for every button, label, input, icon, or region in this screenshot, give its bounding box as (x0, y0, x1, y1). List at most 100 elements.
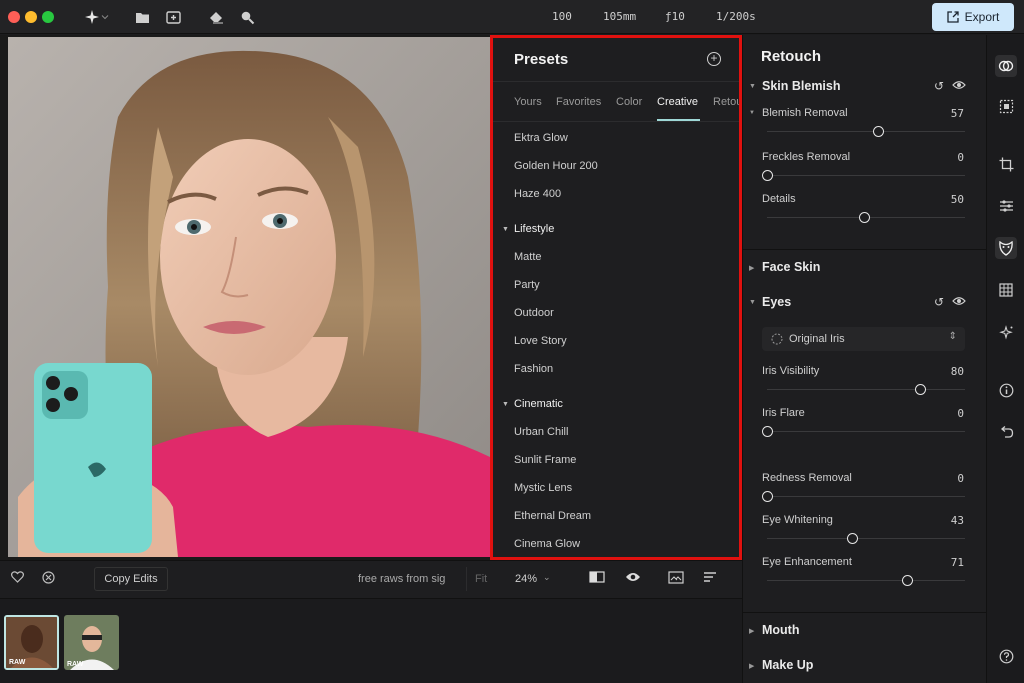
eye-whitening-slider[interactable] (767, 533, 965, 544)
slider-knob[interactable] (762, 170, 773, 181)
thumbnail-1[interactable]: RAW (4, 615, 59, 670)
export-button[interactable]: Export (932, 3, 1014, 31)
reject-icon[interactable] (42, 571, 55, 587)
tab-favorites[interactable]: Favorites (556, 96, 601, 108)
presets-tabs: Yours Favorites Color Creative Retou (493, 82, 739, 122)
caret-right-icon[interactable]: ▶ (749, 662, 754, 670)
section-face-skin[interactable]: Face Skin (762, 260, 820, 274)
section-make-up[interactable]: Make Up (762, 658, 813, 672)
preset-item[interactable]: Love Story (514, 335, 567, 347)
info-icon[interactable] (995, 379, 1017, 401)
chevron-down-icon[interactable] (100, 7, 110, 27)
undo-history-icon[interactable] (995, 421, 1017, 443)
retouch-panel: Retouch ▼ Skin Blemish ↺ ▼ Blemish Remov… (742, 35, 986, 683)
select-tool-icon[interactable] (995, 95, 1017, 117)
iris-select[interactable]: Original Iris ⇕ (762, 327, 965, 351)
reset-icon[interactable]: ↺ (934, 295, 944, 309)
slider-knob[interactable] (859, 212, 870, 223)
zoom-window-button[interactable] (42, 11, 54, 23)
magic-sparkle-icon[interactable] (995, 321, 1017, 343)
redness-removal-slider[interactable] (762, 491, 965, 502)
presets-header: Presets + (493, 38, 739, 82)
tab-color[interactable]: Color (616, 96, 642, 108)
freckles-removal-slider[interactable] (762, 170, 965, 181)
eye-enhancement-slider[interactable] (767, 575, 965, 586)
heart-icon[interactable] (11, 571, 24, 586)
slider-knob[interactable] (873, 126, 884, 137)
copy-edits-button[interactable]: Copy Edits (94, 567, 168, 591)
section-skin-blemish[interactable]: Skin Blemish (762, 79, 841, 93)
preset-item[interactable]: Ektra Glow (514, 132, 568, 144)
preset-item[interactable]: Outdoor (514, 307, 554, 319)
sort-icon[interactable] (703, 571, 717, 586)
add-image-icon[interactable] (163, 7, 183, 27)
preset-item[interactable]: Sunlit Frame (514, 454, 576, 466)
chevron-down-icon[interactable]: ⌄ (543, 572, 551, 583)
fit-label[interactable]: Fit (475, 573, 487, 585)
iris-flare-slider[interactable] (762, 426, 965, 437)
iris-flare-label: Iris Flare (762, 407, 805, 419)
zoom-control[interactable]: Fit 24% ⌄ (466, 567, 562, 591)
redness-removal-value: 0 (957, 472, 964, 485)
portrait-photo[interactable] (8, 37, 490, 557)
thumbnail-2[interactable]: RAW (64, 615, 119, 670)
preset-item[interactable]: Haze 400 (514, 188, 561, 200)
reset-icon[interactable]: ↺ (934, 79, 944, 93)
image-info-icon[interactable] (668, 571, 684, 587)
zoom-value[interactable]: 24% (515, 573, 537, 585)
preset-group-lifestyle[interactable]: Lifestyle (514, 223, 554, 235)
tab-creative[interactable]: Creative (657, 96, 698, 108)
iris-flare-value: 0 (957, 407, 964, 420)
folder-icon[interactable] (132, 7, 152, 27)
grid-icon[interactable] (995, 279, 1017, 301)
add-preset-icon[interactable]: + (707, 52, 721, 66)
slider-knob[interactable] (902, 575, 913, 586)
section-mouth[interactable]: Mouth (762, 623, 799, 637)
ai-sparkle-icon[interactable] (82, 7, 102, 27)
preset-item[interactable]: Mystic Lens (514, 482, 572, 494)
crop-icon[interactable] (995, 153, 1017, 175)
eye-enhancement-value: 71 (950, 556, 964, 569)
slider-knob[interactable] (915, 384, 926, 395)
caret-down-icon[interactable]: ▼ (749, 299, 756, 306)
visibility-eye-icon[interactable] (952, 295, 966, 309)
adjust-sliders-icon[interactable] (995, 195, 1017, 217)
preset-item[interactable]: Fashion (514, 363, 553, 375)
slider-knob[interactable] (847, 533, 858, 544)
preset-item[interactable]: Ethernal Dream (514, 510, 591, 522)
tab-retouch[interactable]: Retou (713, 96, 739, 108)
eye-icon[interactable] (625, 571, 641, 586)
raw-badge: RAW (9, 659, 26, 666)
minimize-window-button[interactable] (25, 11, 37, 23)
slider-knob[interactable] (762, 426, 773, 437)
iris-visibility-slider[interactable] (767, 384, 965, 395)
caret-right-icon[interactable]: ▶ (749, 627, 754, 635)
blemish-removal-slider[interactable] (767, 126, 965, 137)
retouch-face-icon[interactable] (995, 237, 1017, 259)
zoom-tool-icon[interactable] (237, 7, 257, 27)
visibility-eye-icon[interactable] (952, 79, 966, 93)
chevron-updown-icon: ⇕ (948, 331, 957, 342)
caret-down-icon[interactable]: ▼ (749, 110, 755, 116)
compare-icon[interactable] (589, 571, 605, 586)
caret-down-icon[interactable]: ▼ (749, 83, 756, 90)
caret-down-icon[interactable]: ▼ (502, 401, 509, 408)
preset-item[interactable]: Matte (514, 251, 542, 263)
slider-knob[interactable] (762, 491, 773, 502)
presets-tool-icon[interactable] (995, 55, 1017, 77)
preset-item[interactable]: Golden Hour 200 (514, 160, 598, 172)
close-window-button[interactable] (8, 11, 20, 23)
caret-right-icon[interactable]: ▶ (749, 264, 754, 272)
eraser-icon[interactable] (206, 7, 226, 27)
preset-item[interactable]: Cinema Glow (514, 538, 580, 550)
preset-item[interactable]: Party (514, 279, 540, 291)
tab-yours[interactable]: Yours (514, 96, 542, 108)
preset-group-cinematic[interactable]: Cinematic (514, 398, 563, 410)
export-label: Export (964, 10, 1000, 24)
caret-down-icon[interactable]: ▼ (502, 226, 509, 233)
iris-select-value: Original Iris (789, 333, 845, 345)
preset-item[interactable]: Urban Chill (514, 426, 568, 438)
details-slider[interactable] (767, 212, 965, 223)
section-eyes[interactable]: Eyes (762, 295, 791, 309)
help-icon[interactable] (995, 645, 1017, 667)
